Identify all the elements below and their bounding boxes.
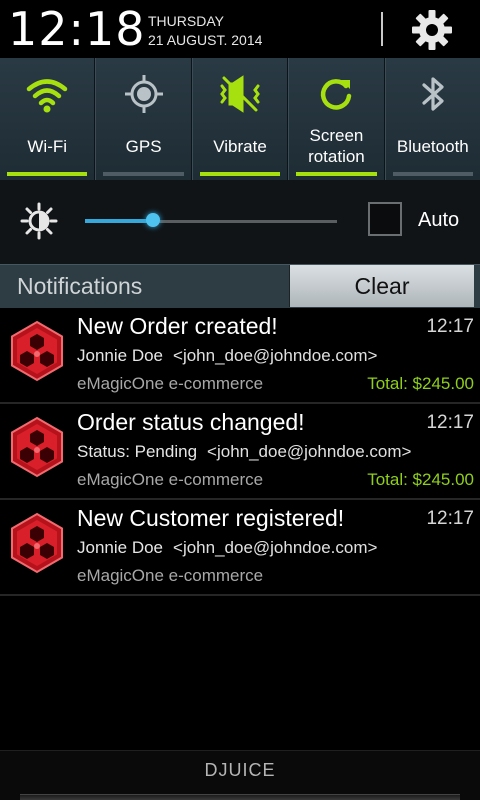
notification-subtitle: Jonnie Doe <john_doe@johndoe.com> xyxy=(77,346,377,366)
notifications-header: Notifications Clear xyxy=(0,264,480,308)
brightness-slider[interactable] xyxy=(85,213,337,227)
settings-gear-icon[interactable] xyxy=(410,8,454,52)
emagicone-app-icon xyxy=(11,320,63,382)
toggle-screen-rotation[interactable]: Screen rotation xyxy=(288,58,385,180)
notifications-title: Notifications xyxy=(17,273,143,299)
date-label: 21 AUGUST. 2014 xyxy=(148,32,263,48)
wifi-state-bar xyxy=(7,172,88,176)
notification-subtitle: Status: Pending <john_doe@johndoe.com> xyxy=(77,442,411,462)
auto-brightness-checkbox[interactable] xyxy=(368,202,402,236)
clear-button[interactable]: Clear xyxy=(289,265,474,307)
notification-email: <john_doe@johndoe.com> xyxy=(207,442,412,461)
emagicone-app-icon xyxy=(11,416,63,478)
screen-rotation-label-line2: rotation xyxy=(308,147,365,166)
notification-app-name: eMagicOne e-commerce xyxy=(77,374,264,393)
notification-item[interactable]: Order status changed! 12:17 Status: Pend… xyxy=(0,404,480,500)
notification-time: 12:17 xyxy=(426,508,474,529)
notification-title: New Customer registered! xyxy=(77,505,345,531)
rotation-icon xyxy=(321,79,352,110)
vibrate-label: Vibrate xyxy=(213,137,267,156)
notification-subtitle: Jonnie Doe <john_doe@johndoe.com> xyxy=(77,538,377,558)
auto-brightness-label: Auto xyxy=(418,209,460,231)
notification-email: <john_doe@johndoe.com> xyxy=(173,346,378,365)
wifi-label: Wi-Fi xyxy=(27,137,68,156)
notification-app-name: eMagicOne e-commerce xyxy=(77,566,264,585)
carrier-bar: DJUICE xyxy=(0,750,480,800)
bluetooth-label: Bluetooth xyxy=(396,137,469,156)
toggle-wifi[interactable]: Wi-Fi xyxy=(0,58,96,180)
notification-status: Status: Pending xyxy=(77,442,198,461)
header-divider xyxy=(381,12,383,46)
toggle-gps[interactable]: GPS xyxy=(95,58,192,180)
notification-item[interactable]: New Customer registered! 12:17 Jonnie Do… xyxy=(0,500,480,596)
notification-app-name: eMagicOne e-commerce xyxy=(77,470,264,489)
vibrate-state-bar xyxy=(199,172,281,176)
notification-total: Total: $245.00 xyxy=(367,470,474,489)
panel-drag-handle[interactable] xyxy=(20,794,460,800)
status-header: 12:18 THURSDAY 21 AUGUST. 2014 xyxy=(0,0,480,58)
brightness-slider-thumb[interactable] xyxy=(146,213,161,227)
notification-total: Total: $245.00 xyxy=(367,374,474,393)
notification-customer: Jonnie Doe xyxy=(77,538,164,557)
brightness-row: Auto xyxy=(0,180,480,264)
brightness-icon xyxy=(20,202,58,240)
notification-title: Order status changed! xyxy=(77,409,305,435)
quick-settings-panel: Wi-Fi GPS Vibrate Screen rotation Blueto… xyxy=(0,58,480,180)
bluetooth-icon xyxy=(422,77,444,111)
notification-title: New Order created! xyxy=(77,313,278,339)
emagicone-app-icon xyxy=(11,512,63,574)
toggle-vibrate[interactable]: Vibrate xyxy=(191,58,289,180)
notification-customer: Jonnie Doe xyxy=(77,346,164,365)
notification-list: New Order created! 12:17 Jonnie Doe <john… xyxy=(0,308,480,596)
screen-rotation-label: Screen rotation xyxy=(289,125,383,167)
notification-email: <john_doe@johndoe.com> xyxy=(173,538,378,557)
clock: 12:18 xyxy=(8,2,146,56)
gps-icon xyxy=(124,75,163,113)
notification-item[interactable]: New Order created! 12:17 Jonnie Doe <john… xyxy=(0,308,480,404)
wifi-icon xyxy=(26,79,68,113)
brightness-slider-fill xyxy=(85,219,154,223)
notification-time: 12:17 xyxy=(426,412,474,433)
bluetooth-state-bar xyxy=(392,172,474,176)
weekday-label: THURSDAY xyxy=(148,13,224,29)
gps-state-bar xyxy=(103,172,184,176)
gps-label: GPS xyxy=(125,137,162,156)
rotation-state-bar xyxy=(296,172,377,176)
screen-rotation-label-line1: Screen xyxy=(309,126,364,145)
vibrate-icon xyxy=(220,75,260,113)
notification-time: 12:17 xyxy=(426,316,474,337)
carrier-label: DJUICE xyxy=(204,760,276,780)
toggle-bluetooth[interactable]: Bluetooth xyxy=(384,58,480,180)
